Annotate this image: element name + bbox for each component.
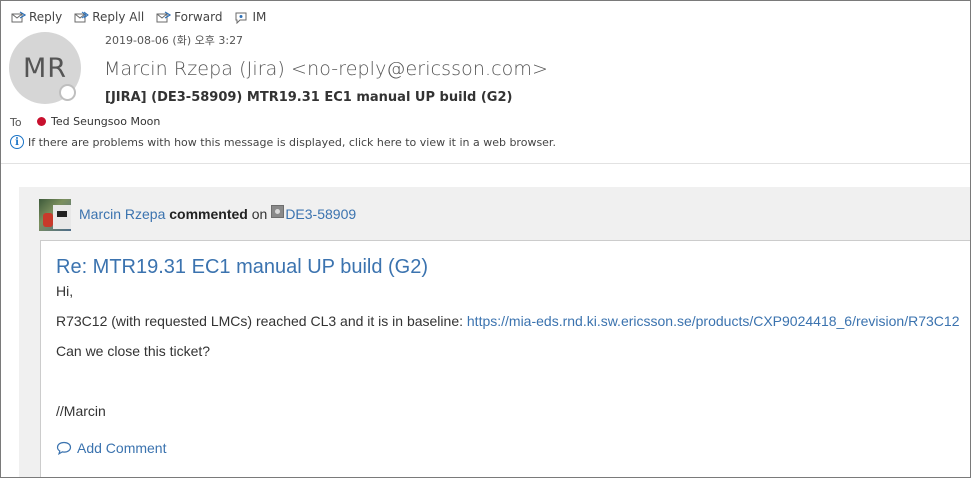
sender-name[interactable]: Marcin Rzepa (Jira) <no-reply@ericsson.c…: [104, 58, 548, 80]
recipient-name: Ted Seungsoo Moon: [51, 115, 161, 128]
reply-label: Reply: [29, 10, 63, 24]
recipient[interactable]: Ted Seungsoo Moon: [37, 115, 160, 128]
on-text: on: [251, 206, 268, 222]
comment-question: Can we close this ticket?: [56, 343, 211, 359]
commenter-link[interactable]: Marcin Rzepa: [79, 206, 165, 222]
comment-body: R73C12 (with requested LMCs) reached CL3…: [56, 313, 959, 329]
info-message: If there are problems with how this mess…: [28, 135, 556, 149]
info-icon: i: [10, 135, 24, 149]
reply-button[interactable]: Reply: [11, 10, 62, 24]
header-divider: [1, 163, 970, 164]
message-subject: [JIRA] (DE3-58909) MTR19.31 EC1 manual U…: [105, 90, 513, 105]
reply-icon: [11, 10, 26, 22]
forward-button[interactable]: Forward: [156, 10, 222, 24]
im-icon: [235, 12, 247, 24]
comment-icon: [56, 441, 72, 455]
comment-title-link[interactable]: Re: MTR19.31 EC1 manual UP build (G2): [56, 256, 428, 279]
comment-header: Marcin Rzepa commented on DE3-58909: [79, 204, 356, 222]
message-toolbar: Reply Reply All Forward IM: [11, 8, 266, 26]
reply-all-button[interactable]: Reply All: [74, 10, 144, 24]
issue-type-icon: [271, 204, 285, 218]
forward-icon: [156, 10, 172, 22]
comment-card: Re: MTR19.31 EC1 manual UP build (G2) Hi…: [40, 240, 970, 477]
action-text: commented: [169, 206, 248, 222]
add-comment-label: Add Comment: [77, 440, 167, 456]
jira-notification: Marcin Rzepa commented on DE3-58909 Re: M…: [19, 187, 970, 477]
comment-signature: //Marcin: [56, 403, 106, 419]
add-comment-button[interactable]: Add Comment: [56, 440, 166, 456]
forward-label: Forward: [174, 10, 223, 24]
email-reading-pane: Reply Reply All Forward IM MR 2019-08-06…: [0, 0, 971, 478]
comment-greeting: Hi,: [56, 283, 74, 299]
reply-all-icon: [74, 11, 90, 22]
comment-body-text: R73C12 (with requested LMCs) reached CL3…: [56, 313, 463, 329]
im-button[interactable]: IM: [234, 10, 266, 24]
im-label: IM: [252, 10, 267, 24]
presence-busy-icon: [37, 117, 46, 126]
commenter-avatar[interactable]: [39, 199, 71, 231]
avatar-initials: MR: [22, 52, 68, 84]
sent-datetime: 2019-08-06 (화) 오후 3:27: [105, 34, 244, 47]
reply-all-label: Reply All: [92, 10, 145, 24]
presence-icon: [59, 84, 76, 101]
display-info-bar[interactable]: i If there are problems with how this me…: [10, 135, 556, 149]
to-label: To: [10, 116, 22, 129]
issue-key-link[interactable]: DE3-58909: [285, 206, 356, 222]
revision-link[interactable]: https://mia-eds.rnd.ki.sw.ericsson.se/pr…: [467, 313, 960, 329]
